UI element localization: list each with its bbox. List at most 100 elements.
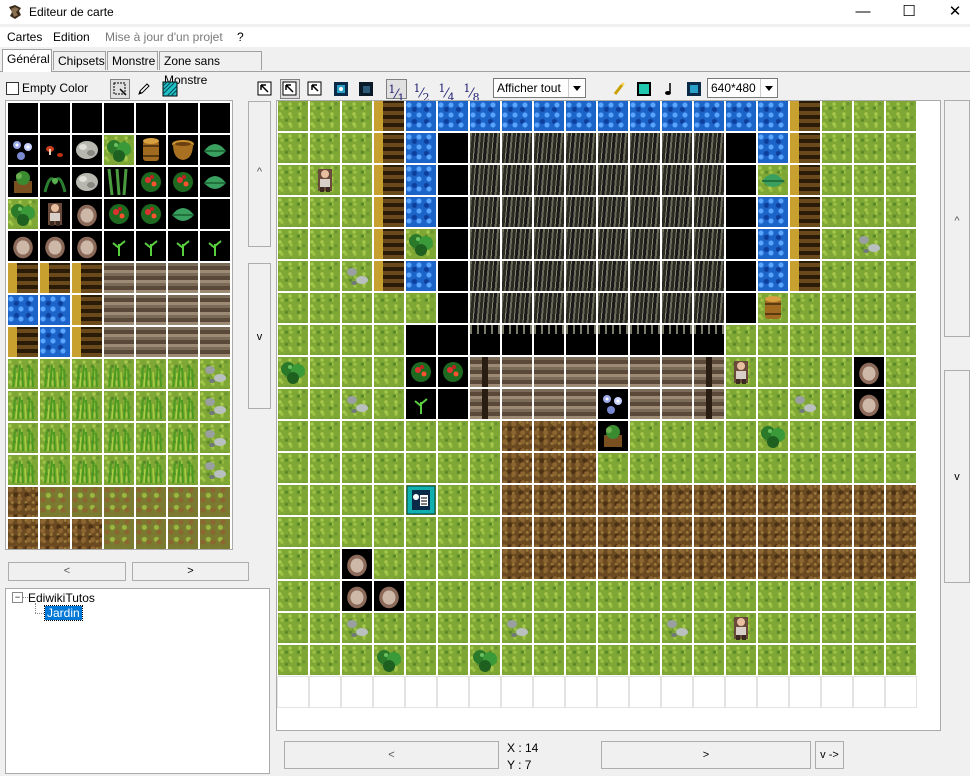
map-tile-hay[interactable]: [662, 261, 692, 291]
map-tile-dirt[interactable]: [566, 549, 596, 579]
chipset-tile-dirt[interactable]: [8, 519, 38, 549]
map-tile-barrel[interactable]: [758, 293, 788, 323]
map-tile-grass[interactable]: [758, 325, 788, 355]
map-tile-grass[interactable]: [310, 197, 340, 227]
map-tile-dirt[interactable]: [822, 517, 852, 547]
map-tile-grass[interactable]: [374, 389, 404, 419]
map-canvas[interactable]: [276, 100, 941, 731]
map-tile-grass[interactable]: [854, 261, 884, 291]
chipset-tile-sprout[interactable]: [136, 231, 166, 261]
map-tile-grass[interactable]: [438, 517, 468, 547]
map-tile-water[interactable]: [694, 101, 724, 131]
map-tile-grass[interactable]: [822, 581, 852, 611]
menu-help[interactable]: ?: [237, 30, 244, 44]
map-tile-fence[interactable]: [566, 389, 596, 419]
map-tile-empty[interactable]: [757, 676, 789, 708]
map-tile-grass[interactable]: [726, 421, 756, 451]
map-tile-grass[interactable]: [822, 165, 852, 195]
map-tile-hay[interactable]: [662, 197, 692, 227]
map-tile-grass[interactable]: [790, 581, 820, 611]
map-tile-black[interactable]: [406, 325, 436, 355]
map-tile-grass[interactable]: [886, 197, 916, 227]
fill-tool-button[interactable]: [160, 79, 180, 99]
chipset-tile-black[interactable]: [8, 103, 38, 133]
map-tile-pebble[interactable]: [342, 389, 372, 419]
map-tile-water[interactable]: [758, 101, 788, 131]
map-tile-hay[interactable]: [470, 165, 500, 195]
map-tile-grass[interactable]: [822, 293, 852, 323]
map-tile-grass[interactable]: [310, 101, 340, 131]
map-tile-grass[interactable]: [278, 325, 308, 355]
map-tile-hay[interactable]: [598, 229, 628, 259]
map-tile-grass[interactable]: [854, 581, 884, 611]
chipset-tile-sprout[interactable]: [200, 231, 230, 261]
map-tile-dirt[interactable]: [886, 517, 916, 547]
map-tile-grass[interactable]: [310, 613, 340, 643]
map-tile-grass[interactable]: [854, 645, 884, 675]
tree-node-root[interactable]: EdiwikiTutos: [28, 591, 95, 605]
map-tile-grass[interactable]: [758, 613, 788, 643]
chipset-tile-cliff[interactable]: [8, 263, 38, 293]
map-tile-hayedge[interactable]: [534, 325, 564, 355]
map-tile-grass[interactable]: [822, 229, 852, 259]
chipset-tile-pebble[interactable]: [200, 455, 230, 485]
map-tile-grass[interactable]: [374, 549, 404, 579]
map-tile-empty[interactable]: [885, 676, 917, 708]
map-tile-grass[interactable]: [694, 645, 724, 675]
map-tile-grass[interactable]: [598, 645, 628, 675]
map-tile-water[interactable]: [470, 101, 500, 131]
map-tile-fence[interactable]: [502, 357, 532, 387]
map-tile-dirt[interactable]: [566, 517, 596, 547]
map-scroll-down[interactable]: v: [944, 370, 970, 583]
chipset-tile-dirtg[interactable]: [200, 487, 230, 517]
chipset-tile-tallgrass[interactable]: [104, 423, 134, 453]
chipset-tile-fence[interactable]: [104, 295, 134, 325]
map-tile-dirt[interactable]: [694, 517, 724, 547]
map-tile-black[interactable]: [726, 133, 756, 163]
zoom-1-button[interactable]: 1⁄1: [386, 79, 407, 105]
map-tile-hay[interactable]: [534, 229, 564, 259]
map-tile-grass[interactable]: [278, 453, 308, 483]
map-tile-black[interactable]: [438, 293, 468, 323]
map-tile-grass[interactable]: [822, 421, 852, 451]
chipset-tile-bush[interactable]: [8, 199, 38, 229]
map-tile-empty[interactable]: [341, 676, 373, 708]
map-tile-dirt[interactable]: [854, 549, 884, 579]
map-tile-hay[interactable]: [470, 293, 500, 323]
map-tile-rock[interactable]: [342, 581, 372, 611]
map-tile-fence[interactable]: [502, 389, 532, 419]
map-tile-dirt[interactable]: [598, 517, 628, 547]
map-tile-berry[interactable]: [438, 357, 468, 387]
map-tile-grass[interactable]: [854, 453, 884, 483]
map-tile-dirt[interactable]: [534, 517, 564, 547]
map-tile-pebble[interactable]: [342, 613, 372, 643]
event-layer-button[interactable]: [331, 79, 351, 99]
menu-cartes[interactable]: Cartes: [7, 30, 42, 44]
map-tile-empty[interactable]: [629, 676, 661, 708]
map-tile-grass[interactable]: [534, 645, 564, 675]
map-tile-grass[interactable]: [406, 549, 436, 579]
map-tile-grass[interactable]: [662, 421, 692, 451]
map-tile-grass[interactable]: [694, 453, 724, 483]
map-tile-grass[interactable]: [438, 581, 468, 611]
map-tile-empty[interactable]: [821, 676, 853, 708]
map-tile-cliff[interactable]: [374, 133, 404, 163]
map-tile-water[interactable]: [534, 101, 564, 131]
map-tile-hay[interactable]: [630, 165, 660, 195]
map-tile-rock[interactable]: [854, 389, 884, 419]
map-tile-grass[interactable]: [278, 293, 308, 323]
map-tile-grass[interactable]: [758, 357, 788, 387]
chipset-next-button[interactable]: >: [132, 562, 249, 581]
map-tile-grass[interactable]: [854, 133, 884, 163]
map-tile-grass[interactable]: [758, 389, 788, 419]
map-tile-grass[interactable]: [822, 133, 852, 163]
tab-zone-sans-monstre[interactable]: Zone sans Monstre: [159, 51, 262, 87]
map-tile-water[interactable]: [758, 261, 788, 291]
map-tile-grass[interactable]: [438, 453, 468, 483]
map-tile-dirt[interactable]: [598, 549, 628, 579]
map-tile-grass[interactable]: [310, 485, 340, 515]
map-next-button[interactable]: >: [601, 741, 811, 769]
minimize-button[interactable]: —: [840, 0, 886, 24]
map-tile-dirt[interactable]: [662, 485, 692, 515]
chipset-tile-tallgrass[interactable]: [104, 359, 134, 389]
